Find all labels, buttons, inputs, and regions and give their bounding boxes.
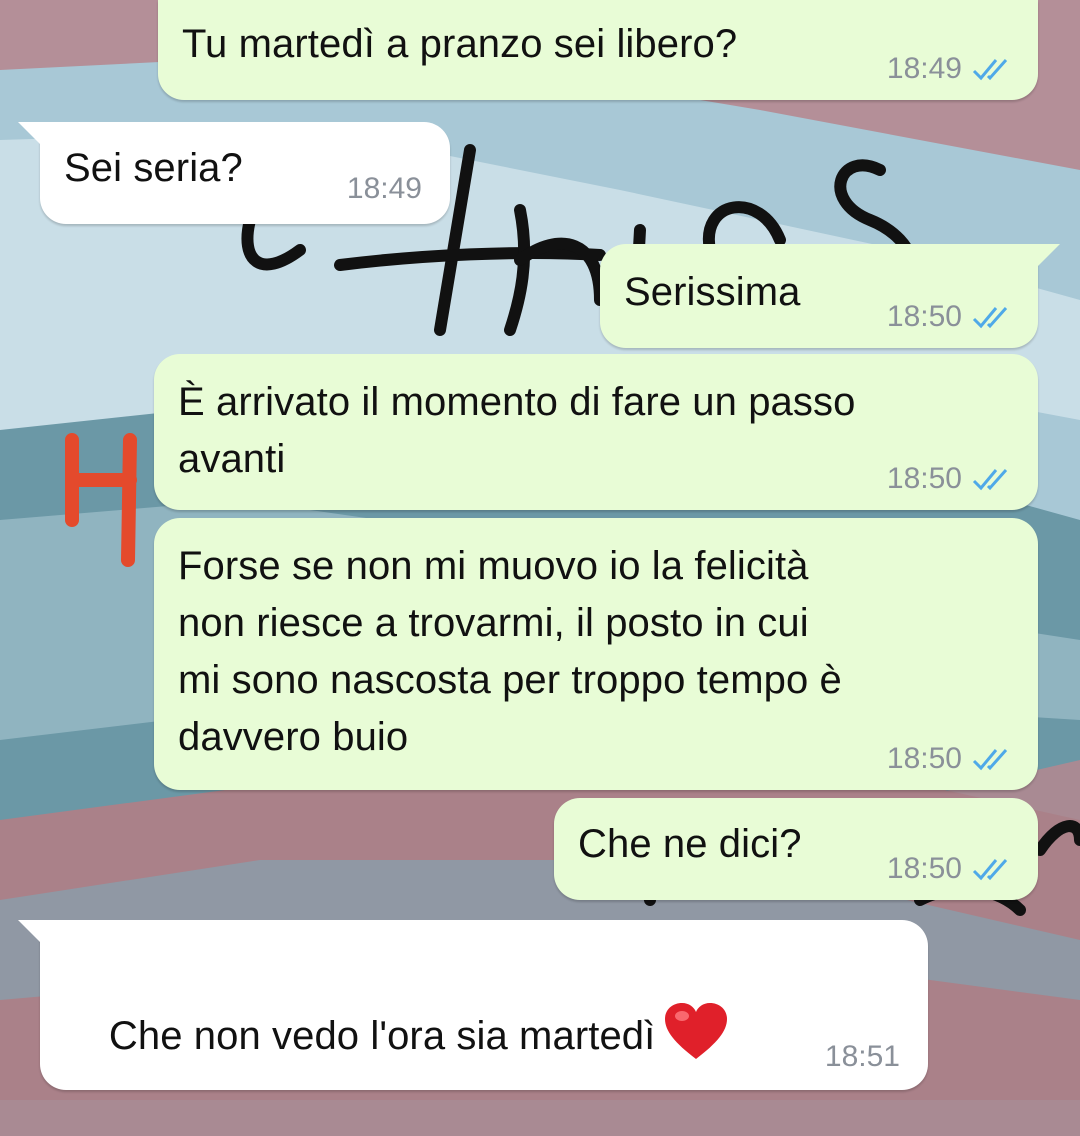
- message-meta: 18:49: [887, 52, 1016, 86]
- double-check-icon: [972, 469, 1008, 491]
- double-check-icon: [972, 307, 1008, 329]
- message-time: 18:50: [886, 742, 962, 775]
- message-time: 18:50: [886, 462, 962, 495]
- message-text-content: Che non vedo l'ora sia martedì: [108, 1014, 656, 1058]
- message-text: È arrivato il momento di fare un passo a…: [178, 380, 856, 481]
- message-meta: 18:50: [887, 300, 1016, 334]
- message-bubble-outgoing[interactable]: Tu martedì a pranzo sei libero? 18:49: [158, 0, 1038, 100]
- message-meta: 18:50: [887, 742, 1016, 776]
- double-check-icon: [972, 749, 1008, 771]
- message-bubble-incoming[interactable]: Che non vedo l'ora sia martedì 18:51: [18, 920, 928, 1090]
- message-text: Che non vedo l'ora sia martedì: [64, 944, 729, 1136]
- message-bubble-outgoing[interactable]: Forse se non mi muovo io la felicità non…: [154, 518, 1038, 790]
- message-time: 18:49: [346, 172, 422, 205]
- message-bubble-outgoing[interactable]: Che ne dici? 18:50: [554, 798, 1038, 900]
- bubble-tail: [1036, 244, 1060, 268]
- message-time: 18:49: [886, 52, 962, 85]
- message-text: Forse se non mi muovo io la felicità non…: [178, 544, 842, 759]
- double-check-icon: [972, 59, 1008, 81]
- message-bubble-outgoing[interactable]: Serissima 18:50: [600, 244, 1060, 348]
- message-meta: 18:50: [887, 852, 1016, 886]
- message-text: Che ne dici?: [578, 822, 802, 866]
- message-bubble-outgoing[interactable]: È arrivato il momento di fare un passo a…: [154, 354, 1038, 510]
- message-bubble-incoming[interactable]: Sei seria? 18:49: [18, 122, 450, 224]
- message-time: 18:50: [886, 852, 962, 885]
- message-time: 18:51: [824, 1040, 900, 1073]
- bubble-tail: [18, 122, 42, 146]
- message-time: 18:50: [886, 300, 962, 333]
- message-text: Serissima: [624, 270, 801, 314]
- message-text: Tu martedì a pranzo sei libero?: [182, 22, 738, 66]
- bubble-tail: [18, 920, 42, 944]
- double-check-icon: [972, 859, 1008, 881]
- message-meta: 18:50: [887, 462, 1016, 496]
- heart-icon: [663, 1001, 729, 1079]
- message-text: Sei seria?: [64, 146, 243, 190]
- message-meta: 18:51: [825, 1040, 900, 1074]
- message-meta: 18:49: [347, 172, 422, 206]
